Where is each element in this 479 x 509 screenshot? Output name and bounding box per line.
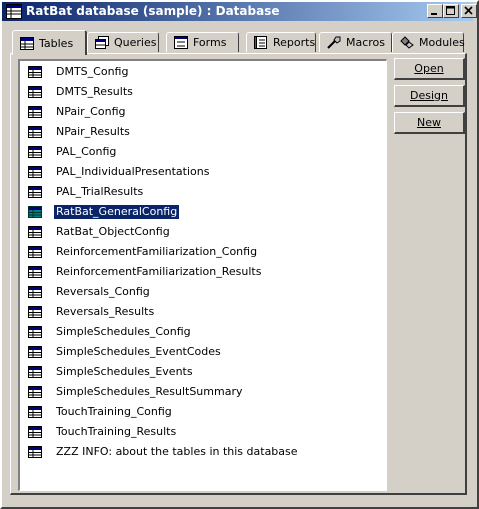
table-list[interactable]: DMTS_Config DMTS_Results NPair_Config NP… — [18, 59, 387, 491]
tab-tables[interactable]: Tables — [12, 30, 87, 55]
table-icon — [28, 406, 42, 418]
table-name: NPair_Results — [56, 125, 130, 138]
tab-forms[interactable]: Forms — [166, 32, 239, 52]
report-icon — [254, 36, 267, 49]
list-item-zzz-info[interactable]: ZZZ INFO: about the tables in this datab… — [28, 444, 300, 460]
table-name: DMTS_Config — [56, 65, 129, 78]
open-button[interactable]: Open — [394, 58, 465, 80]
list-item-simpleschedules-config[interactable]: SimpleSchedules_Config — [28, 324, 193, 340]
table-icon — [28, 286, 42, 298]
tab-label: Tables — [39, 36, 74, 50]
table-name: ReinforcementFamiliarization_Results — [56, 265, 262, 278]
list-item-simpleschedules-resultsummary[interactable]: SimpleSchedules_ResultSummary — [28, 384, 244, 400]
list-item-touchtraining-config[interactable]: TouchTraining_Config — [28, 404, 174, 420]
table-icon — [28, 206, 42, 218]
list-item-dmts-config[interactable]: DMTS_Config — [28, 64, 130, 80]
form-icon — [174, 36, 188, 49]
table-icon — [28, 126, 42, 138]
tab-label: Forms — [193, 36, 227, 49]
list-item-reinforcementfamiliarization-results[interactable]: ReinforcementFamiliarization_Results — [28, 264, 263, 280]
close-icon — [464, 6, 473, 15]
tab-modules[interactable]: Modules — [392, 32, 465, 52]
macro-icon — [327, 36, 341, 49]
list-item-pal-individualpresentations[interactable]: PAL_IndividualPresentations — [28, 164, 211, 180]
tab-reports[interactable]: Reports — [246, 32, 316, 52]
table-icon — [28, 306, 42, 318]
list-item-reinforcementfamiliarization-config[interactable]: ReinforcementFamiliarization_Config — [28, 244, 259, 260]
tab-macros[interactable]: Macros — [319, 32, 392, 52]
table-icon — [28, 326, 42, 338]
list-item-simpleschedules-eventcodes[interactable]: SimpleSchedules_EventCodes — [28, 344, 223, 360]
list-item-dmts-results[interactable]: DMTS_Results — [28, 84, 135, 100]
table-name: PAL_IndividualPresentations — [56, 165, 210, 178]
title-bar[interactable]: RatBat database (sample) : Database — [2, 2, 477, 21]
table-name: Reversals_Config — [56, 285, 150, 298]
table-name: NPair_Config — [56, 105, 126, 118]
list-item-reversals-results[interactable]: Reversals_Results — [28, 304, 156, 320]
tab-label: Queries — [114, 36, 157, 49]
minimize-button[interactable] — [427, 4, 443, 18]
table-name: PAL_Config — [56, 145, 117, 158]
tab-label: Modules — [419, 36, 465, 49]
list-item-simpleschedules-events[interactable]: SimpleSchedules_Events — [28, 364, 195, 380]
table-icon — [28, 166, 42, 178]
table-name: SimpleSchedules_Config — [56, 325, 191, 338]
list-item-reversals-config[interactable]: Reversals_Config — [28, 284, 152, 300]
tab-queries[interactable]: Queries — [87, 32, 159, 52]
table-icon — [28, 186, 42, 198]
table-icon — [28, 226, 42, 238]
table-name: SimpleSchedules_EventCodes — [56, 345, 221, 358]
module-icon — [400, 36, 414, 49]
list-item-ratbat-generalconfig[interactable]: RatBat_GeneralConfig — [28, 204, 181, 220]
table-name: ZZZ INFO: about the tables in this datab… — [56, 445, 298, 458]
table-icon — [28, 266, 42, 278]
tab-label: Reports — [273, 36, 316, 49]
table-name: RatBat_GeneralConfig — [52, 204, 181, 220]
table-name: PAL_TrialResults — [56, 185, 144, 198]
list-item-npair-config[interactable]: NPair_Config — [28, 104, 127, 120]
window-title: RatBat database (sample) : Database — [26, 4, 280, 18]
list-item-touchtraining-results[interactable]: TouchTraining_Results — [28, 424, 178, 440]
table-icon — [20, 36, 34, 50]
new-button[interactable]: New — [394, 112, 465, 134]
design-button-label: Design — [410, 88, 448, 102]
table-name: Reversals_Results — [56, 305, 155, 318]
table-icon — [28, 146, 42, 158]
tab-label: Macros — [346, 36, 386, 49]
table-name: DMTS_Results — [56, 85, 133, 98]
table-icon — [28, 246, 42, 258]
table-name: RatBat_ObjectConfig — [56, 225, 170, 238]
table-icon — [28, 386, 42, 398]
table-name: SimpleSchedules_Events — [56, 365, 193, 378]
table-name: TouchTraining_Config — [56, 405, 172, 418]
list-item-ratbat-objectconfig[interactable]: RatBat_ObjectConfig — [28, 224, 172, 240]
close-button[interactable] — [461, 4, 477, 18]
table-icon — [28, 106, 42, 118]
table-icon — [28, 66, 42, 78]
table-name: ReinforcementFamiliarization_Config — [56, 245, 258, 258]
object-tabs: Tables Queries Forms Reports Macros Modu… — [10, 30, 465, 55]
list-item-npair-results[interactable]: NPair_Results — [28, 124, 132, 140]
minimize-icon — [431, 13, 437, 15]
list-item-pal-trialresults[interactable]: PAL_TrialResults — [28, 184, 145, 200]
list-item-pal-config[interactable]: PAL_Config — [28, 144, 118, 160]
table-icon — [28, 86, 42, 98]
design-button[interactable]: Design — [394, 85, 465, 107]
query-icon — [95, 36, 109, 49]
table-icon — [28, 446, 42, 458]
table-name: SimpleSchedules_ResultSummary — [56, 385, 243, 398]
open-button-label: Open — [414, 61, 444, 75]
maximize-icon — [446, 6, 455, 15]
database-window-icon — [6, 4, 22, 19]
table-name: TouchTraining_Results — [56, 425, 177, 438]
table-icon — [28, 426, 42, 438]
maximize-button[interactable] — [443, 4, 459, 18]
table-icon — [28, 366, 42, 378]
table-icon — [28, 346, 42, 358]
new-button-label: New — [417, 115, 441, 129]
